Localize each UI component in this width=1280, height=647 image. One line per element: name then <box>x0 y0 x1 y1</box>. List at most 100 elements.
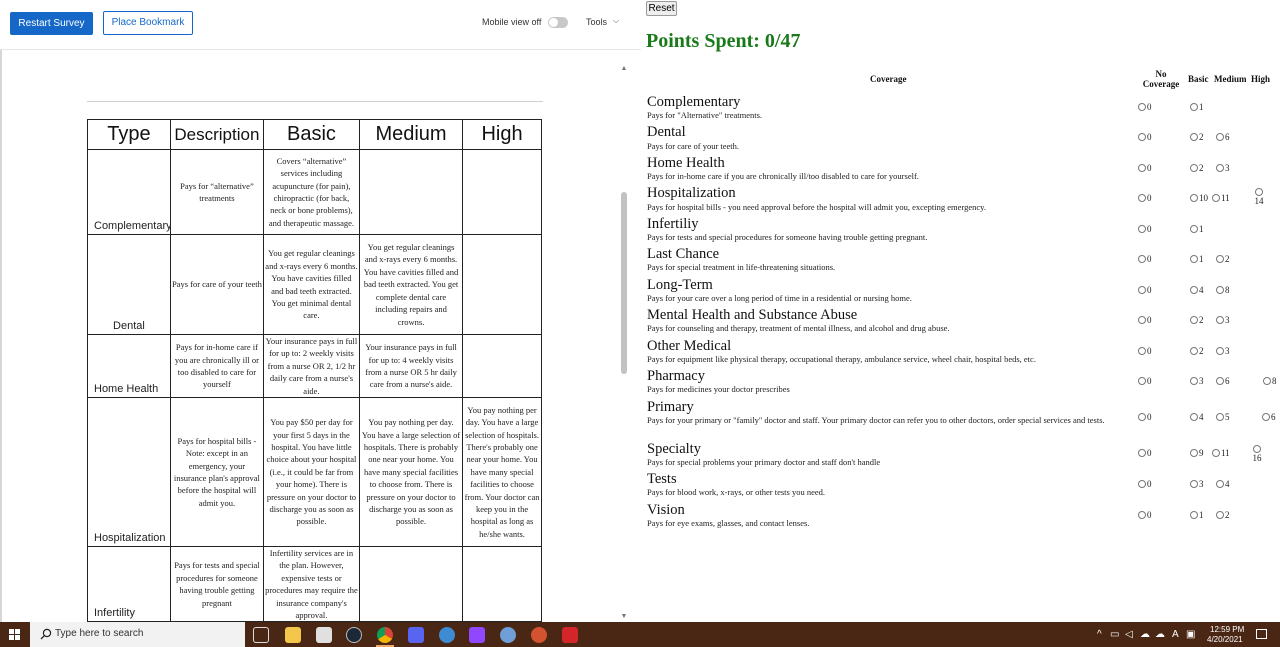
powerpoint-icon[interactable] <box>531 627 547 643</box>
radio-circle-icon[interactable] <box>1138 225 1146 233</box>
mobile-view-toggle[interactable] <box>548 17 568 28</box>
radio-option-basic[interactable]: 3 <box>1190 376 1204 386</box>
radio-option-no-coverage[interactable]: 0 <box>1138 193 1152 203</box>
radio-option-medium[interactable]: 5 <box>1216 412 1230 422</box>
chevron-up-icon[interactable]: ^ <box>1097 629 1102 640</box>
notification-center-icon[interactable] <box>1256 629 1267 639</box>
scrollbar-thumb[interactable] <box>621 192 627 374</box>
radio-circle-icon[interactable] <box>1138 449 1146 457</box>
radio-circle-icon[interactable] <box>1216 133 1224 141</box>
radio-circle-icon[interactable] <box>1190 103 1198 111</box>
radio-circle-icon[interactable] <box>1190 164 1198 172</box>
radio-circle-icon[interactable] <box>1138 194 1146 202</box>
radio-circle-icon[interactable] <box>1255 188 1263 196</box>
radio-option-medium[interactable]: 2 <box>1216 510 1230 520</box>
radio-option-no-coverage[interactable]: 0 <box>1138 224 1152 234</box>
radio-option-no-coverage[interactable]: 0 <box>1138 346 1152 356</box>
radio-circle-icon[interactable] <box>1138 255 1146 263</box>
radio-circle-icon[interactable] <box>1190 413 1198 421</box>
radio-circle-icon[interactable] <box>1216 164 1224 172</box>
qbittorrent-icon[interactable] <box>439 627 455 643</box>
network-icon[interactable]: ▭ <box>1110 629 1119 640</box>
radio-circle-icon[interactable] <box>1190 480 1198 488</box>
chrome-icon[interactable] <box>377 627 393 643</box>
scroll-up-arrow-icon[interactable]: ▲ <box>619 64 629 74</box>
radio-option-basic[interactable]: 4 <box>1190 285 1204 295</box>
discord-icon[interactable] <box>408 627 424 643</box>
radio-option-basic[interactable]: 2 <box>1190 346 1204 356</box>
clock-time[interactable]: 12:59 PM <box>1210 625 1244 634</box>
restart-survey-button[interactable]: Restart Survey <box>10 12 93 35</box>
radio-option-medium[interactable]: 11 <box>1212 193 1230 203</box>
radio-circle-icon[interactable] <box>1190 133 1198 141</box>
radio-option-high[interactable]: 6 <box>1262 412 1276 422</box>
radio-option-no-coverage[interactable]: 0 <box>1138 376 1152 386</box>
radio-circle-icon[interactable] <box>1190 194 1198 202</box>
radio-option-medium[interactable]: 3 <box>1216 315 1230 325</box>
radio-option-no-coverage[interactable]: 0 <box>1138 132 1152 142</box>
radio-circle-icon[interactable] <box>1216 286 1224 294</box>
radio-option-high[interactable]: 8 <box>1263 376 1277 386</box>
radio-option-no-coverage[interactable]: 0 <box>1138 254 1152 264</box>
radio-circle-icon[interactable] <box>1190 377 1198 385</box>
onedrive-icon[interactable]: ☁ <box>1155 629 1165 640</box>
radio-option-medium[interactable]: 6 <box>1216 376 1230 386</box>
cloud-icon[interactable]: ☁ <box>1140 629 1150 640</box>
radio-circle-icon[interactable] <box>1216 347 1224 355</box>
radio-circle-icon[interactable] <box>1138 103 1146 111</box>
radio-circle-icon[interactable] <box>1190 449 1198 457</box>
radio-circle-icon[interactable] <box>1216 316 1224 324</box>
reset-button[interactable]: Reset <box>646 1 677 16</box>
radio-circle-icon[interactable] <box>1138 377 1146 385</box>
radio-circle-icon[interactable] <box>1138 511 1146 519</box>
radio-option-basic[interactable]: 1 <box>1190 510 1204 520</box>
radio-circle-icon[interactable] <box>1216 480 1224 488</box>
radio-option-medium[interactable]: 8 <box>1216 285 1230 295</box>
radio-option-no-coverage[interactable]: 0 <box>1138 479 1152 489</box>
taskbar-search-box[interactable]: Type here to search <box>30 622 245 647</box>
radio-option-no-coverage[interactable]: 0 <box>1138 510 1152 520</box>
radio-circle-icon[interactable] <box>1216 377 1224 385</box>
radio-option-basic[interactable]: 1 <box>1190 254 1204 264</box>
radio-option-medium[interactable]: 3 <box>1216 163 1230 173</box>
file-explorer-icon[interactable] <box>285 627 301 643</box>
windows-start-icon[interactable] <box>9 629 20 640</box>
radio-option-basic[interactable]: 4 <box>1190 412 1204 422</box>
radio-circle-icon[interactable] <box>1190 255 1198 263</box>
steam-icon[interactable] <box>346 627 362 643</box>
radio-option-no-coverage[interactable]: 0 <box>1138 315 1152 325</box>
radio-circle-icon[interactable] <box>1190 316 1198 324</box>
radio-circle-icon[interactable] <box>1190 286 1198 294</box>
radio-option-basic[interactable]: 1 <box>1190 102 1204 112</box>
place-bookmark-button[interactable]: Place Bookmark <box>103 11 193 35</box>
radio-circle-icon[interactable] <box>1216 511 1224 519</box>
radio-option-medium[interactable]: 4 <box>1216 479 1230 489</box>
radio-option-medium[interactable]: 11 <box>1212 448 1230 458</box>
chevron-down-icon[interactable]: ⌵ <box>613 16 619 26</box>
store-icon[interactable] <box>316 627 332 643</box>
acrobat-icon[interactable] <box>562 627 578 643</box>
tools-menu[interactable]: Tools <box>586 17 607 27</box>
radio-option-medium[interactable]: 6 <box>1216 132 1230 142</box>
radio-option-high[interactable]: 14 <box>1252 188 1266 206</box>
radio-option-basic[interactable]: 3 <box>1190 479 1204 489</box>
radio-option-basic[interactable]: 9 <box>1190 448 1204 458</box>
radio-circle-icon[interactable] <box>1138 413 1146 421</box>
radio-circle-icon[interactable] <box>1138 133 1146 141</box>
task-view-icon[interactable] <box>253 627 269 643</box>
radio-option-basic[interactable]: 2 <box>1190 315 1204 325</box>
radio-circle-icon[interactable] <box>1212 449 1220 457</box>
ime-icon[interactable]: ▣ <box>1186 629 1195 640</box>
radio-circle-icon[interactable] <box>1262 413 1270 421</box>
radio-option-high[interactable]: 16 <box>1250 445 1264 463</box>
radio-option-no-coverage[interactable]: 0 <box>1138 163 1152 173</box>
radio-circle-icon[interactable] <box>1138 347 1146 355</box>
twitch-icon[interactable] <box>469 627 485 643</box>
radio-option-no-coverage[interactable]: 0 <box>1138 102 1152 112</box>
radio-option-basic[interactable]: 1 <box>1190 224 1204 234</box>
radio-option-medium[interactable]: 3 <box>1216 346 1230 356</box>
scroll-down-arrow-icon[interactable]: ▼ <box>619 612 629 622</box>
r-app-icon[interactable] <box>500 627 516 643</box>
radio-circle-icon[interactable] <box>1253 445 1261 453</box>
radio-circle-icon[interactable] <box>1138 286 1146 294</box>
